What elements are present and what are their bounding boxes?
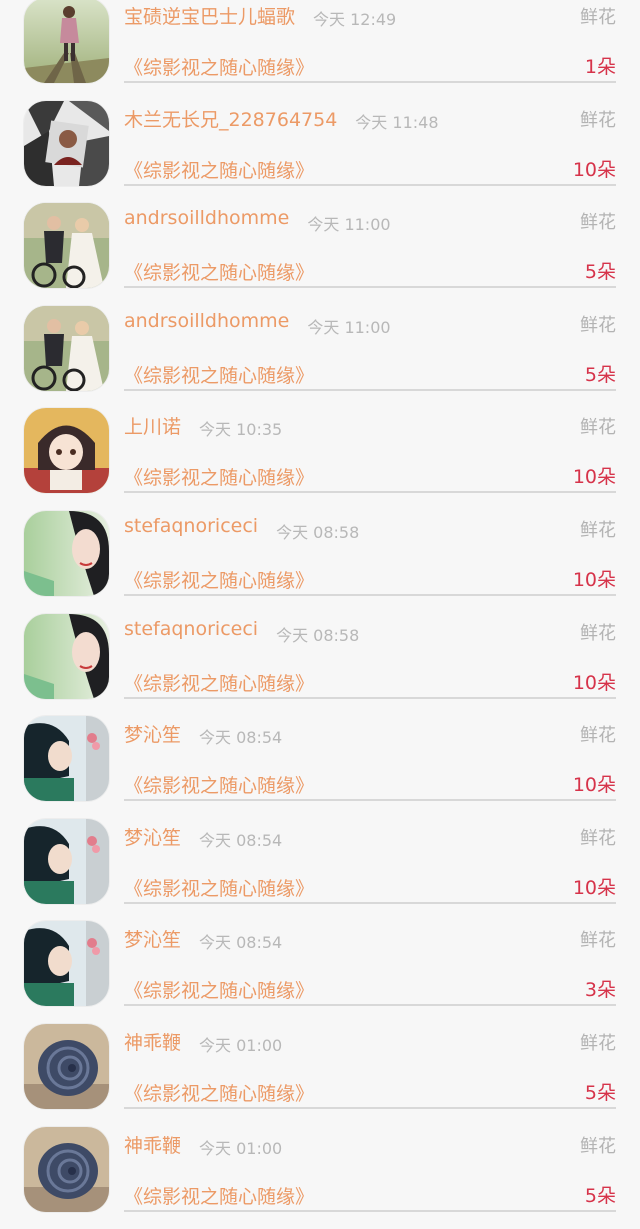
gift-type: 鲜花 [580,314,616,336]
gift-count: 5朵 [584,1184,616,1207]
list-item[interactable]: 梦沁笙 今天 08:54 鲜花 《综影视之随心随缘》 10朵 [0,716,640,819]
divider [124,799,616,802]
timestamp: 今天 01:00 [199,1138,283,1158]
divider [124,81,616,83]
work-title-link[interactable]: 《综影视之随心随缘》 [124,1182,314,1209]
list-item[interactable]: 梦沁笙 今天 08:54 鲜花 《综影视之随心随缘》 10朵 [0,818,640,922]
username[interactable]: 神乖鞭 [124,1028,181,1055]
photo-collage-avatar[interactable] [24,100,109,186]
divider [124,183,616,186]
work-title-link[interactable]: 《综影视之随心随缘》 [124,669,314,696]
gift-type: 鲜花 [580,827,616,849]
timestamp: 今天 12:49 [313,10,397,29]
work-title-link[interactable]: 《综影视之随心随缘》 [124,874,314,901]
divider [124,491,616,494]
gift-type: 鲜花 [580,212,616,234]
gift-count: 10朵 [572,774,616,797]
timestamp: 今天 11:00 [307,317,391,337]
timestamp: 今天 08:58 [276,625,360,645]
gift-count: 1朵 [584,56,616,78]
gift-count: 10朵 [572,671,616,694]
username[interactable]: stefaqnoriceci [124,515,258,537]
work-title-link[interactable]: 《综影视之随心随缘》 [124,976,314,1003]
gift-count: 5朵 [584,261,616,284]
anime-girl-avatar[interactable] [24,408,109,494]
gift-type: 鲜花 [580,1032,616,1054]
list-item[interactable]: 梦沁笙 今天 08:54 鲜花 《综影视之随心随缘》 3朵 [0,921,640,1024]
gift-count: 3朵 [584,979,616,1002]
username[interactable]: stefaqnoriceci [124,618,258,640]
divider [124,696,616,699]
username[interactable]: andrsoilldhomme [124,310,289,332]
username[interactable]: 木兰无长兄_228764754 [124,105,337,132]
timestamp: 今天 11:48 [355,112,439,132]
gift-count: 10朵 [572,466,616,489]
work-title-link[interactable]: 《综影视之随心随缘》 [124,361,314,388]
username[interactable]: 宝碛逆宝巴士儿蝠歌 [124,2,295,29]
gift-count: 5朵 [584,363,616,386]
list-item[interactable]: 神乖鞭 今天 01:00 鲜花 《综影视之随心随缘》 5朵 [0,1126,640,1229]
divider [124,286,616,289]
work-title-link[interactable]: 《综影视之随心随缘》 [124,258,314,285]
woman-portrait-avatar[interactable] [24,613,109,699]
timestamp: 今天 08:54 [199,830,283,850]
girl-with-flower-avatar[interactable] [24,921,109,1007]
work-title-link[interactable]: 《综影视之随心随缘》 [124,771,314,798]
gift-count: 10朵 [572,568,616,591]
gift-type: 鲜花 [580,7,616,28]
gift-type: 鲜花 [580,1135,616,1157]
divider [124,1106,616,1109]
work-title-link[interactable]: 《综影视之随心随缘》 [124,566,314,593]
gift-type: 鲜花 [580,109,616,131]
gift-type: 鲜花 [580,417,616,439]
gift-type: 鲜花 [580,930,616,952]
divider [124,1004,616,1007]
work-title-link[interactable]: 《综影视之随心随缘》 [124,463,314,490]
divider [124,901,616,904]
gift-count: 10朵 [572,876,616,899]
list-item[interactable]: 木兰无长兄_228764754 今天 11:48 鲜花 《综影视之随心随缘》 1… [0,100,640,204]
username[interactable]: 梦沁笙 [124,720,181,747]
timestamp: 今天 08:54 [199,728,283,748]
divider [124,593,616,596]
wedding-bicycle-avatar[interactable] [24,203,109,289]
timestamp: 今天 08:58 [276,522,360,542]
work-title-link[interactable]: 《综影视之随心随缘》 [124,1079,314,1106]
list-item[interactable]: 上川诺 今天 10:35 鲜花 《综影视之随心随缘》 10朵 [0,408,640,511]
work-title-link[interactable]: 《综影视之随心随缘》 [124,156,314,183]
gift-type: 鲜花 [580,519,616,541]
username[interactable]: 梦沁笙 [124,823,181,850]
girl-with-flower-avatar[interactable] [24,716,109,802]
list-item[interactable]: 宝碛逆宝巴士儿蝠歌 今天 12:49 鲜花 《综影视之随心随缘》 1朵 [0,0,640,101]
woman-portrait-avatar[interactable] [24,510,109,596]
snail-shell-avatar[interactable] [24,1023,109,1109]
gift-count: 5朵 [584,1081,616,1104]
gift-type: 鲜花 [580,725,616,747]
divider [124,388,616,391]
gift-type: 鲜花 [580,622,616,644]
username[interactable]: 上川诺 [124,412,181,439]
username[interactable]: 神乖鞭 [124,1131,181,1158]
wedding-bicycle-avatar[interactable] [24,305,109,391]
username[interactable]: 梦沁笙 [124,925,181,952]
timestamp: 今天 10:35 [199,420,283,440]
snail-shell-avatar[interactable] [24,1126,109,1212]
list-item[interactable]: 神乖鞭 今天 01:00 鲜花 《综影视之随心随缘》 5朵 [0,1023,640,1127]
list-item[interactable]: stefaqnoriceci 今天 08:58 鲜花 《综影视之随心随缘》 10… [0,613,640,717]
list-item[interactable]: andrsoilldhomme 今天 11:00 鲜花 《综影视之随心随缘》 5… [0,203,640,306]
girl-with-flower-avatar[interactable] [24,818,109,904]
timestamp: 今天 08:54 [199,933,283,953]
list-item[interactable]: stefaqnoriceci 今天 08:58 鲜花 《综影视之随心随缘》 10… [0,510,640,614]
girl-on-railway-avatar[interactable] [24,0,109,83]
list-item[interactable]: andrsoilldhomme 今天 11:00 鲜花 《综影视之随心随缘》 5… [0,305,640,409]
work-title-link[interactable]: 《综影视之随心随缘》 [124,53,314,80]
gift-count: 10朵 [572,158,616,181]
gift-list: 宝碛逆宝巴士儿蝠歌 今天 12:49 鲜花 《综影视之随心随缘》 1朵 木兰无长… [0,0,640,1229]
timestamp: 今天 01:00 [199,1035,283,1055]
timestamp: 今天 11:00 [307,215,391,235]
username[interactable]: andrsoilldhomme [124,207,289,229]
